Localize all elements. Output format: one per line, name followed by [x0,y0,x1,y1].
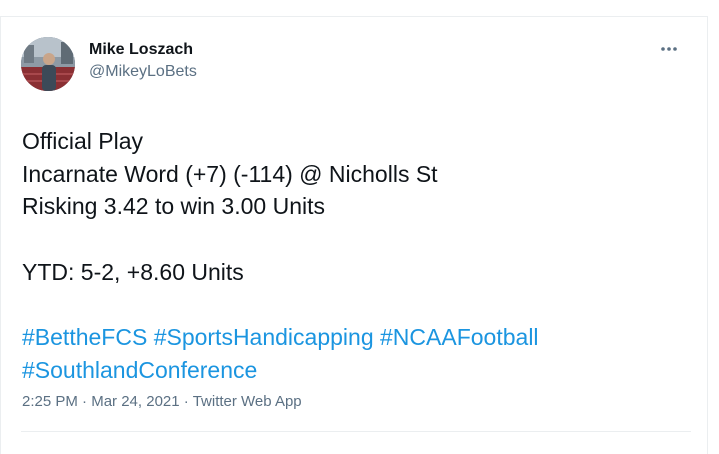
ellipsis-icon [661,47,677,51]
meta-separator: · [82,393,88,410]
tweet-header: Mike Loszach @MikeyLoBets [21,37,691,91]
tweet-date: Mar 24, 2021 [91,393,180,410]
tweet-line-2: Incarnate Word (+7) (-114) @ Nicholls St [22,160,438,187]
hashtag-line-2: #SouthlandConference [22,354,682,387]
tweet-source-link[interactable]: Twitter Web App [193,393,302,410]
tweet-ytd-line: YTD: 5-2, +8.60 Units [22,258,244,285]
hashtag-link[interactable]: #BettheFCS [22,324,147,350]
hashtag-link[interactable]: #SportsHandicapping [154,324,374,350]
user-handle[interactable]: @MikeyLoBets [89,62,197,82]
tweet-metadata: 2:25 PM · Mar 24, 2021 · Twitter Web App [22,392,302,412]
user-names[interactable]: Mike Loszach @MikeyLoBets [89,40,197,82]
hashtag-link[interactable]: #NCAAFootball [380,324,539,350]
avatar[interactable] [21,37,75,91]
hashtag-line-1: #BettheFCS #SportsHandicapping #NCAAFoot… [22,321,682,354]
meta-separator: · [183,393,189,410]
tweet-text: Official Play Incarnate Word (+7) (-114)… [22,125,682,386]
more-options-icon[interactable] [657,37,681,61]
avatar-image [21,37,75,91]
tweet-line-1: Official Play [22,128,144,154]
page-margin [708,0,719,454]
tweet-line-3: Risking 3.42 to win 3.00 Units [22,193,325,219]
tweet-time: 2:25 PM [22,393,78,410]
divider [21,431,691,432]
display-name[interactable]: Mike Loszach [89,40,197,60]
tweet-card: Mike Loszach @MikeyLoBets Official Play … [0,16,708,454]
tweet-time-link[interactable]: 2:25 PM · Mar 24, 2021 [22,393,180,410]
hashtag-link[interactable]: #SouthlandConference [22,357,257,383]
